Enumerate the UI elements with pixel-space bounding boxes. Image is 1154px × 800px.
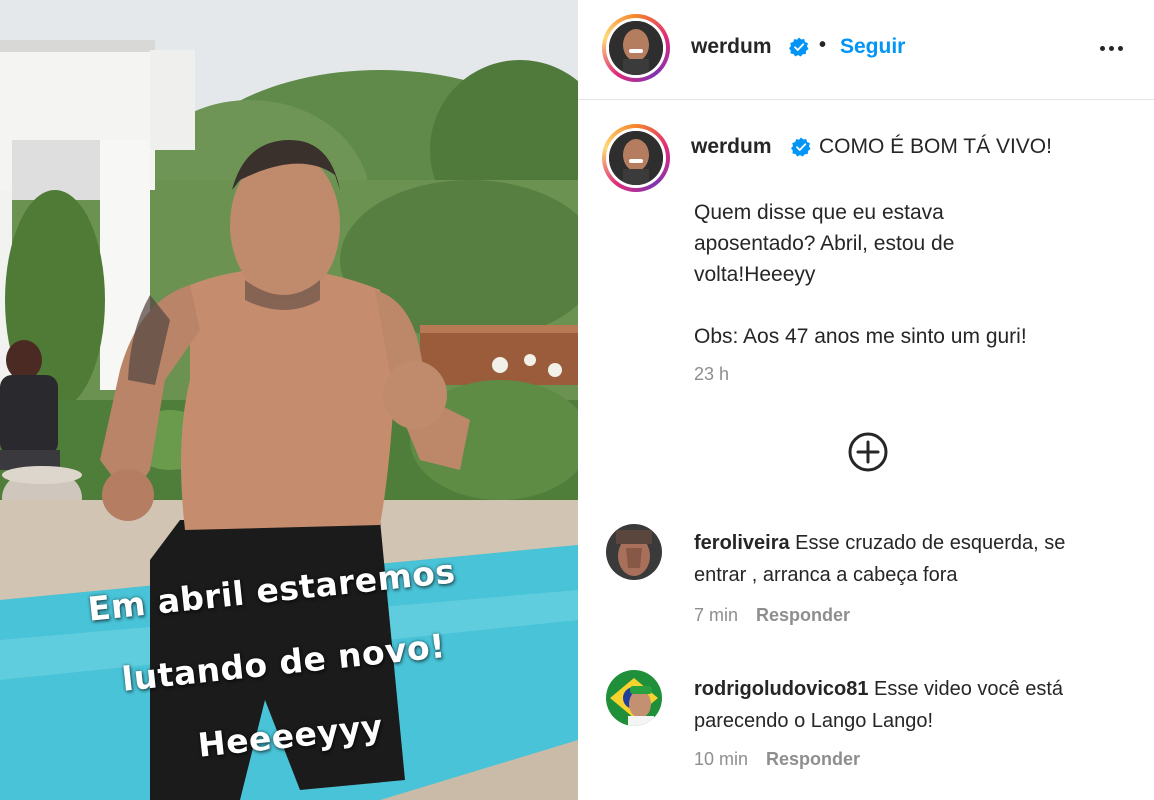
comment-text: feroliveira Esse cruzado de esquerda, se…: [694, 527, 1134, 591]
caption-body: Quem disse que eu estava aposentado? Abr…: [694, 197, 1114, 352]
comment-body-continued: parecendo o Lango Lango!: [694, 710, 934, 732]
author-avatar[interactable]: [602, 14, 670, 82]
comment-timestamp[interactable]: 7 min: [694, 605, 738, 625]
reply-button[interactable]: Responder: [766, 749, 860, 769]
commenter-username[interactable]: rodrigoludovico81: [694, 678, 868, 700]
caption-line: Quem disse que eu estava: [694, 201, 944, 224]
caption-timestamp[interactable]: 23 h: [694, 364, 729, 385]
verified-badge-icon: [789, 37, 809, 57]
commenter-avatar[interactable]: [606, 524, 662, 580]
header-separator: •: [819, 34, 827, 56]
commenter-username[interactable]: feroliveira: [694, 532, 790, 554]
video-frame: [0, 0, 578, 800]
caption-author-avatar[interactable]: [602, 124, 670, 192]
comment-body: Esse cruzado de esquerda, se: [795, 532, 1066, 554]
comment-body: Esse video você está: [874, 678, 1064, 700]
author-username[interactable]: werdum: [691, 35, 772, 59]
caption-obs: Obs: Aos 47 anos me sinto um guri!: [694, 325, 1027, 348]
comment-text: rodrigoludovico81 Esse video você está p…: [694, 673, 1134, 737]
comment-timestamp[interactable]: 10 min: [694, 749, 748, 769]
comment-body-continued: entrar , arranca a cabeça fora: [694, 564, 958, 586]
commenter-avatar[interactable]: [606, 670, 662, 726]
more-options-icon[interactable]: [1094, 34, 1128, 60]
comment-meta: 10 min Responder: [694, 749, 860, 770]
caption-title: COMO É BOM TÁ VIVO!: [819, 135, 1052, 158]
caption-line: aposentado? Abril, estou de: [694, 232, 955, 255]
post-header: werdum • Seguir: [578, 0, 1154, 100]
post-video[interactable]: Em abril estaremos lutando de novo! Heee…: [0, 0, 578, 800]
reply-button[interactable]: Responder: [756, 605, 850, 625]
post-side-panel: werdum • Seguir werdum COMO É BOM TÁ VIV…: [578, 0, 1154, 800]
caption-username[interactable]: werdum: [691, 135, 772, 159]
caption-line: volta!Heeeyy: [694, 263, 816, 286]
follow-button[interactable]: Seguir: [840, 35, 905, 59]
verified-badge-icon: [791, 137, 811, 157]
load-more-comments-icon[interactable]: [847, 431, 889, 473]
comment-meta: 7 min Responder: [694, 605, 850, 626]
